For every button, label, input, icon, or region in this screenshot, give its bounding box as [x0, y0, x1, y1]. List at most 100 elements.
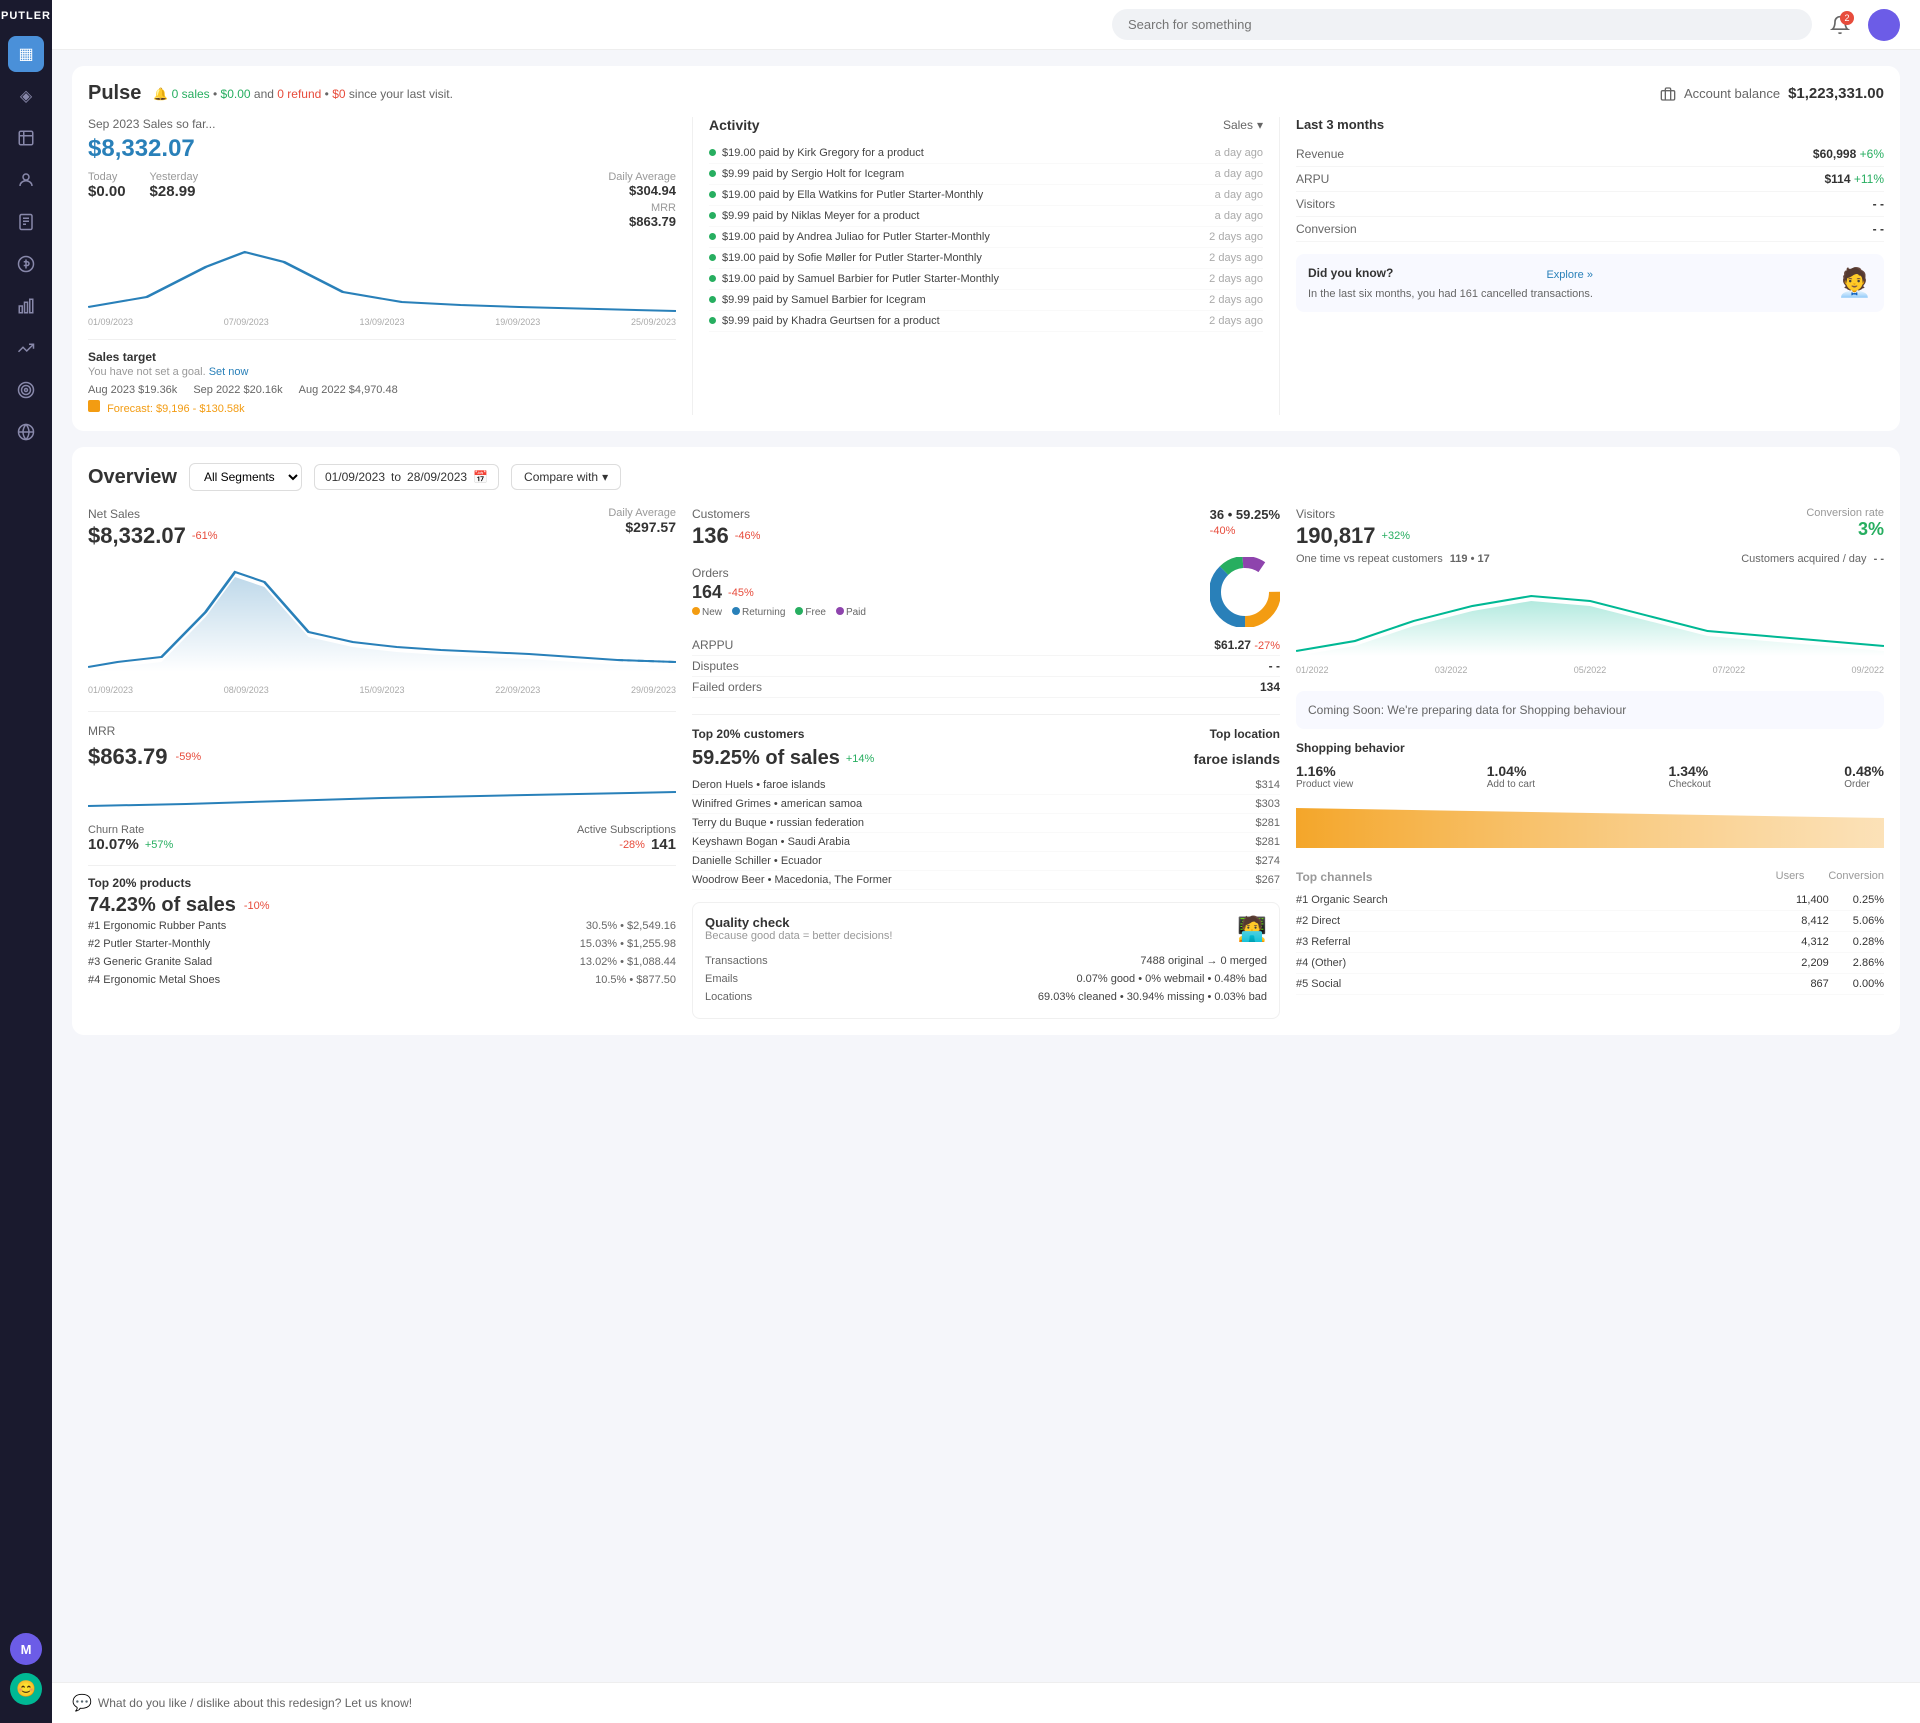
top-products-card: Top 20% products 74.23% of sales -10% #1… — [88, 865, 676, 989]
channel-name: #3 Referral — [1296, 936, 1350, 948]
visitors-value: 190,817 — [1296, 523, 1376, 549]
sidebar-item-stats[interactable]: ◈ — [8, 78, 44, 114]
activity-text: $9.99 paid by Khadra Geurtsen for a prod… — [722, 315, 1201, 327]
forecast: Forecast: $9,196 - $130.58k — [88, 400, 676, 415]
top-customer-item: Woodrow Beer • Macedonia, The Former$267 — [692, 871, 1280, 890]
dyk-explore-link[interactable]: Explore » — [1546, 269, 1592, 281]
activity-text: $9.99 paid by Samuel Barbier for Icegram — [722, 294, 1201, 306]
quality-sub: Because good data = better decisions! — [705, 930, 892, 942]
top-product-item: #4 Ergonomic Metal Shoes10.5% • $877.50 — [88, 971, 676, 989]
sidebar-item-reports[interactable] — [8, 204, 44, 240]
activity-list-item: $19.00 paid by Ella Watkins for Putler S… — [709, 185, 1263, 206]
customer-value: $281 — [1256, 836, 1280, 848]
today-label: Today — [88, 171, 126, 183]
daily-avg-box: Daily Average $304.94 — [608, 171, 676, 198]
overview-daily-avg-val: $297.57 — [608, 519, 676, 535]
channels-col2: Conversion — [1828, 870, 1884, 884]
sales-today-row: Today $0.00 Yesterday $28.99 Daily Avera… — [88, 171, 676, 229]
search-input[interactable] — [1112, 9, 1812, 40]
activity-dot — [709, 233, 716, 240]
quality-label: Locations — [705, 991, 752, 1003]
channel-item: #3 Referral4,3120.28% — [1296, 932, 1884, 953]
customer-value: $303 — [1256, 798, 1280, 810]
activity-time: 2 days ago — [1209, 315, 1263, 327]
compare-label: Compare with — [524, 470, 598, 484]
dyk-text: In the last six months, you had 161 canc… — [1308, 288, 1593, 300]
activity-text: $9.99 paid by Niklas Meyer for a product — [722, 210, 1207, 222]
channel-item: #1 Organic Search11,4000.25% — [1296, 890, 1884, 911]
overview-mrr-label: MRR — [88, 724, 115, 738]
activity-list-item: $19.00 paid by Sofie Møller for Putler S… — [709, 248, 1263, 269]
feedback-icon: 💬 — [72, 1693, 92, 1713]
sidebar-item-charts[interactable] — [8, 288, 44, 324]
user-profile-avatar[interactable] — [1868, 9, 1900, 41]
customers-card: Customers 136 -46% 36 • 59.25% -40% — [692, 507, 1280, 698]
channel-conversion: 5.06% — [1853, 915, 1884, 927]
date-range[interactable]: 01/09/2023 to 28/09/2023 📅 — [314, 464, 499, 490]
top-customers-list: Deron Huels • faroe islands $314 Winifred … — [692, 776, 1280, 890]
activity-list-item: $9.99 paid by Khadra Geurtsen for a prod… — [709, 311, 1263, 332]
dyk-content: Did you know? Explore » In the last six … — [1308, 266, 1593, 300]
activity-list: $19.00 paid by Kirk Gregory for a produc… — [709, 143, 1263, 332]
top-products-pct: 74.23% of sales — [88, 894, 236, 917]
sidebar-item-globe[interactable] — [8, 414, 44, 450]
activity-dot — [709, 317, 716, 324]
top-customers-section: Top 20% customers Top location 59.25% of… — [692, 714, 1280, 890]
customers-change: -46% — [735, 530, 761, 542]
activity-dot — [709, 212, 716, 219]
customer-value: $314 — [1256, 779, 1280, 791]
sales-card: Sep 2023 Sales so far... $8,332.07 Today… — [88, 117, 676, 415]
sidebar-item-customers[interactable] — [8, 162, 44, 198]
notification-bell[interactable]: 2 — [1824, 9, 1856, 41]
user-avatar-m[interactable]: M — [10, 1633, 42, 1665]
pulse-section: Pulse 🔔 0 sales • $0.00 and 0 refund • $… — [72, 66, 1900, 431]
dyk-icon: 🧑‍💼 — [1837, 266, 1872, 299]
customer-name: Deron Huels • faroe islands — [692, 779, 825, 791]
product-name: #1 Ergonomic Rubber Pants — [88, 920, 226, 932]
pulse-refund-amount: $0 — [332, 87, 345, 101]
mrr-value: $863.79 — [608, 214, 676, 229]
sales-target-title: Sales target — [88, 350, 676, 364]
sidebar-item-dashboard[interactable]: ▦ — [8, 36, 44, 72]
top-customer-item: Winifred Grimes • american samoa $303 — [692, 795, 1280, 814]
chevron-down-icon: ▾ — [1257, 118, 1263, 132]
product-name: #2 Putler Starter-Monthly — [88, 938, 210, 950]
yesterday-value: $28.99 — [150, 183, 199, 200]
customer-name: Winifred Grimes • american samoa — [692, 798, 862, 810]
date-from: 01/09/2023 — [325, 470, 385, 484]
top-customers-pct: 59.25% of sales — [692, 747, 840, 770]
segment-select[interactable]: All Segments — [189, 463, 302, 491]
compare-with-button[interactable]: Compare with ▾ — [511, 464, 621, 490]
top-location-label: Top location — [1210, 727, 1280, 741]
channel-name: #2 Direct — [1296, 915, 1340, 927]
conversion-rate-label: Conversion rate — [1806, 507, 1884, 519]
conversion-rate-value: 3% — [1806, 519, 1884, 540]
product-value: 13.02% • $1,088.44 — [580, 956, 676, 968]
pulse-chart-x-labels: 01/09/2023 07/09/2023 13/09/2023 19/09/2… — [88, 317, 676, 327]
customers-value: 136 — [692, 523, 729, 549]
visitors-change: +32% — [1382, 530, 1410, 542]
quality-value: 69.03% cleaned • 30.94% missing • 0.03% … — [1038, 991, 1267, 1003]
legend-new-dot — [692, 607, 700, 615]
activity-dot — [709, 170, 716, 177]
metric-value: $114 — [1824, 172, 1850, 186]
sidebar-item-goals[interactable] — [8, 372, 44, 408]
set-now-link[interactable]: Set now — [209, 366, 249, 378]
metric-row: Visitors- - — [1296, 192, 1884, 217]
sidebar-item-trends[interactable] — [8, 330, 44, 366]
metric-value: - - — [1873, 197, 1884, 211]
churn-change: +57% — [145, 839, 173, 851]
user-avatar-emoji[interactable]: 😊 — [10, 1673, 42, 1705]
activity-title: Activity — [709, 117, 760, 133]
channels-list: #1 Organic Search11,4000.25%#2 Direct8,4… — [1296, 890, 1884, 995]
visitors-chart — [1296, 571, 1884, 661]
sidebar-item-payments[interactable] — [8, 246, 44, 282]
net-sales-chart — [88, 557, 676, 677]
quality-row: Transactions7488 original → 0 merged — [705, 952, 1267, 970]
sidebar: PUTLER ▦ ◈ M 😊 — [0, 0, 52, 1723]
chevron-down-icon: ▾ — [602, 470, 608, 484]
activity-filter[interactable]: Sales ▾ — [1223, 118, 1263, 132]
pulse-suffix: since your last visit. — [349, 87, 453, 101]
sidebar-item-orders[interactable] — [8, 120, 44, 156]
channel-users: 867 — [1810, 978, 1828, 990]
